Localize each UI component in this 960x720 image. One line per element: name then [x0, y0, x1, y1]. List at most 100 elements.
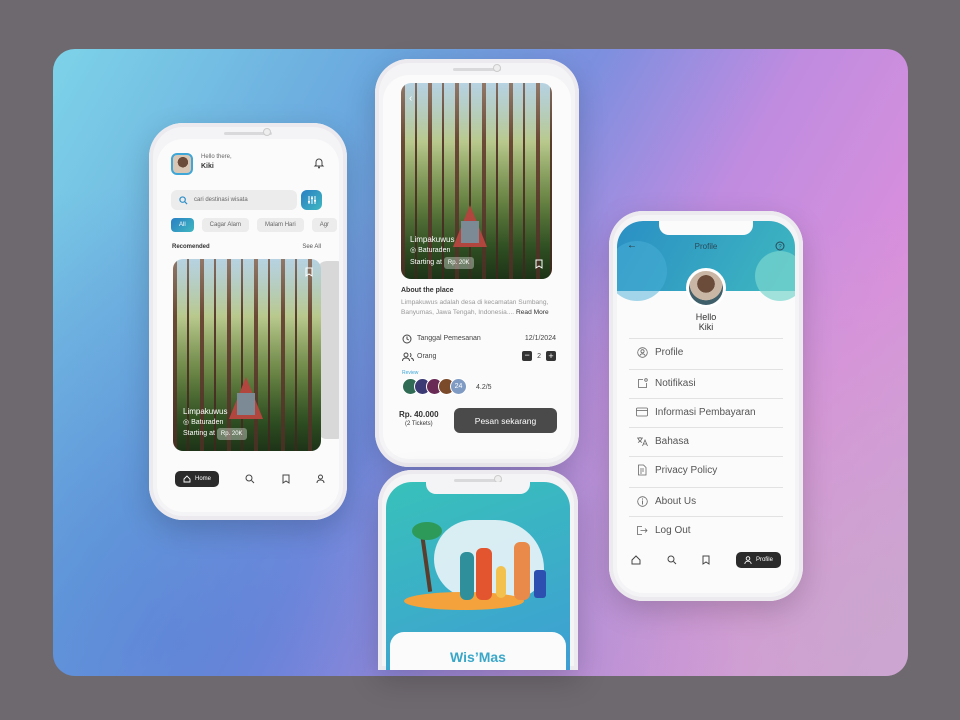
menu-profile[interactable]: Profile	[629, 338, 783, 365]
search-input[interactable]: cari destinasi wisata	[171, 190, 297, 210]
nav-home-button[interactable]: Home	[175, 471, 220, 487]
filter-button[interactable]	[301, 190, 322, 210]
date-label: Tanggal Pemesanan	[417, 335, 481, 342]
bookmark-icon[interactable]	[535, 259, 543, 269]
phone-detail: ‹ Limpakuwus ◎ Baturaden Starting at Rp.…	[375, 59, 579, 467]
user-icon	[744, 555, 752, 565]
date-value[interactable]: 12/1/2024	[525, 335, 556, 342]
hero-image: ‹ Limpakuwus ◎ Baturaden Starting at Rp.…	[401, 83, 552, 279]
book-now-button[interactable]: Pesan sekarang	[454, 408, 557, 433]
card-title: Limpakuwus	[183, 407, 228, 416]
quantity-value: 2	[537, 352, 541, 360]
hero-location: ◎ Baturaden	[410, 247, 451, 254]
credit-card-icon	[629, 407, 655, 417]
phone-splash: Wis’Mas	[378, 470, 578, 670]
bottom-nav: Home	[175, 471, 325, 487]
card-starting: Starting at Rp. 20K	[183, 428, 247, 440]
phone-camera	[493, 64, 501, 72]
bookmark-icon[interactable]	[702, 555, 710, 565]
reviewer-avatars[interactable]: 24	[402, 378, 472, 396]
menu-bahasa[interactable]: Bahasa	[629, 427, 783, 454]
chip-cagar-alam[interactable]: Cagar Alam	[201, 218, 250, 232]
category-chips: All Cagar Alam Malam Hari Agr	[171, 218, 338, 232]
menu-privacy-policy[interactable]: Privacy Policy	[629, 456, 783, 483]
menu-label: Informasi Pembayaran	[655, 406, 756, 418]
hero-starting: Starting at Rp. 20K	[410, 257, 474, 269]
see-all-link[interactable]: See All	[302, 244, 321, 250]
hello-text: Hello	[695, 312, 717, 322]
nav-profile-label: Profile	[755, 557, 773, 563]
splash-panel: Wis’Mas	[390, 632, 566, 670]
chip-agr[interactable]: Agr	[311, 218, 338, 232]
brand-title: Wis’Mas	[450, 649, 506, 665]
rating: 4.2/5	[476, 384, 492, 391]
notification-icon	[629, 377, 655, 389]
notch	[659, 221, 753, 235]
phone-home: Hello there, Kiki cari destinasi wisata …	[149, 123, 347, 520]
menu-about-us[interactable]: About Us	[629, 487, 783, 514]
phone-profile: ← Profile ? Hello Kiki Profile Notifikas…	[609, 211, 803, 601]
card-location-text: Baturaden	[191, 419, 224, 426]
avatar[interactable]	[171, 153, 193, 175]
bookmark-icon[interactable]	[305, 267, 313, 277]
search-icon[interactable]	[667, 555, 677, 565]
bookmark-icon[interactable]	[282, 474, 290, 484]
avatar[interactable]	[686, 268, 726, 308]
document-icon	[629, 464, 655, 476]
ticket-count: (2 Tickets)	[405, 421, 433, 427]
price-tag: Rp. 20K	[216, 428, 247, 440]
menu-label: Log Out	[655, 524, 691, 536]
hero-location-text: Baturaden	[418, 247, 451, 254]
user-icon[interactable]	[316, 474, 325, 484]
page-title: Profile	[694, 242, 718, 251]
hero-starting-text: Starting at	[410, 259, 442, 266]
cabin-image	[453, 205, 487, 247]
minus-button[interactable]: −	[522, 351, 533, 361]
about-text: Limpakuwus adalah desa di kecamatan Sumb…	[401, 298, 551, 318]
menu-label: Bahasa	[655, 435, 689, 447]
section-title: Recomended	[172, 244, 210, 250]
cabin-image	[229, 377, 263, 419]
home-icon	[183, 475, 191, 483]
about-title: About the place	[401, 287, 454, 294]
price-tag: Rp. 20K	[443, 257, 474, 269]
bottom-nav: Profile	[631, 552, 781, 568]
review-count: 24	[450, 378, 467, 395]
menu-label: About Us	[655, 495, 697, 507]
search-icon	[179, 195, 188, 205]
menu-log-out[interactable]: Log Out	[629, 516, 783, 543]
menu-label: Privacy Policy	[655, 464, 718, 476]
review-label: Review	[402, 370, 419, 376]
translate-icon	[629, 436, 655, 447]
chip-all[interactable]: All	[171, 218, 194, 232]
phone-camera	[263, 128, 271, 136]
place-card[interactable]: Limpakuwus ◎ Baturaden Starting at Rp. 2…	[173, 259, 321, 451]
hero-title: Limpakuwus	[410, 235, 455, 244]
people-label: Orang	[417, 353, 437, 360]
menu-notifikasi[interactable]: Notifikasi	[629, 369, 783, 396]
search-placeholder: cari destinasi wisata	[194, 197, 248, 203]
calendar-icon	[402, 334, 412, 344]
user-name: Kiki	[201, 163, 214, 170]
search-icon[interactable]	[245, 474, 255, 484]
read-more-link[interactable]: Read More	[516, 309, 549, 316]
card-location: ◎ Baturaden	[183, 419, 224, 426]
menu-label: Notifikasi	[655, 377, 696, 389]
profile-name: Kiki	[698, 322, 714, 332]
help-icon[interactable]: ?	[775, 241, 785, 251]
sliders-icon	[307, 195, 317, 205]
total-price: Rp. 40.000	[399, 410, 439, 419]
home-icon[interactable]	[631, 555, 641, 565]
menu-payment-info[interactable]: Informasi Pembayaran	[629, 398, 783, 425]
nav-home-label: Home	[195, 476, 212, 482]
notch	[426, 482, 530, 494]
back-icon[interactable]: ‹	[409, 93, 412, 104]
user-icon	[629, 346, 655, 358]
people-icon	[402, 352, 414, 362]
chip-malam-hari[interactable]: Malam Hari	[257, 218, 304, 232]
nav-profile-button[interactable]: Profile	[735, 552, 781, 568]
card-starting-text: Starting at	[183, 430, 215, 437]
plus-button[interactable]: +	[546, 351, 556, 361]
bell-icon[interactable]	[313, 157, 325, 169]
travel-illustration	[404, 512, 554, 612]
